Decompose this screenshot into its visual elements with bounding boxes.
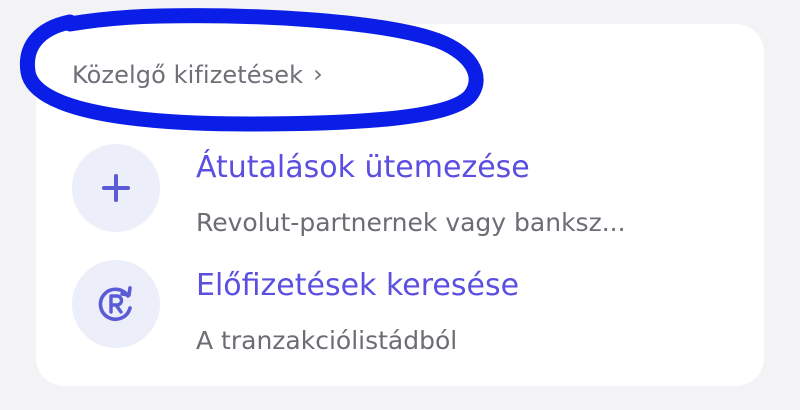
screen: Közelgő kifizetések › Átutalások ütemezé… [0,0,800,410]
section-title: Közelgő kifizetések [72,61,304,89]
schedule-transfers-subtitle: Revolut-partnernek vagy banksz... [196,208,626,237]
find-subscriptions-subtitle: A tranzakciólistádból [196,326,458,355]
find-subscriptions-item[interactable]: Előfizetések keresése A tranzakciólistád… [72,248,732,358]
plus-icon [72,144,160,232]
find-subscriptions-title: Előfizetések keresése [196,268,520,303]
schedule-transfers-item[interactable]: Átutalások ütemezése Revolut-partnernek … [72,128,732,238]
recurring-registered-icon [72,260,160,348]
upcoming-payments-header[interactable]: Közelgő kifizetések › [72,58,323,92]
schedule-transfers-title: Átutalások ütemezése [196,150,530,185]
chevron-right-icon: › [313,60,323,88]
